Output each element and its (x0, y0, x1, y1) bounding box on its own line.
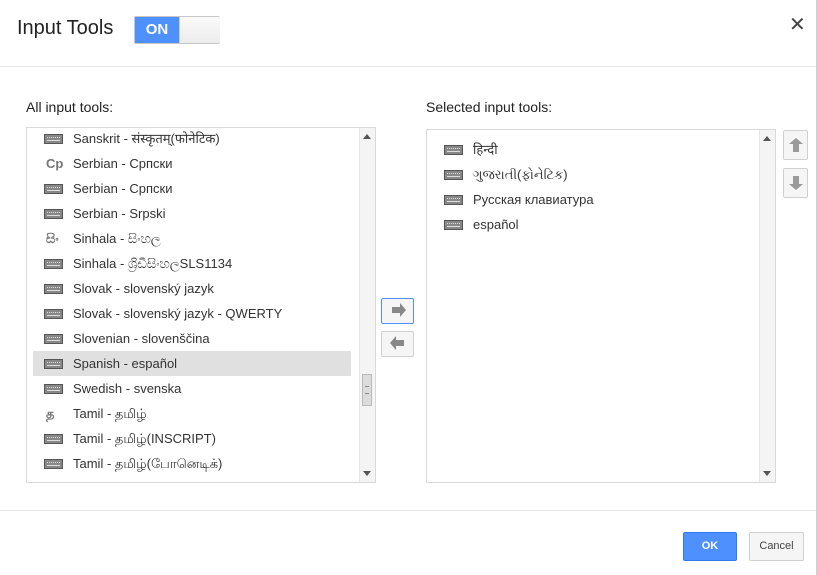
list-item[interactable]: Swedish - svenska (33, 376, 351, 401)
list-item-label: español (473, 217, 519, 232)
list-item-label: Swedish - svenska (73, 381, 182, 396)
keyboard-icon (44, 276, 66, 301)
keyboard-icon (444, 162, 466, 187)
list-item[interactable]: Cp Serbian - Српски (33, 151, 351, 176)
all-tools-list[interactable]: Sanskrit - संस्कृतम्(फोनेटिक) Cp Serbian -… (26, 127, 376, 483)
cp-icon: Cp (46, 156, 64, 171)
list-item-label: ગુજરાતી(ફોનેટિક) (473, 167, 568, 182)
remove-tool-button[interactable] (381, 331, 414, 357)
selected-tools-list[interactable]: हिन्दी ગુજરાતી(ફોનેટિક) Русская клавиатура… (426, 129, 776, 483)
list-item[interactable]: Sanskrit - संस्कृतम्(फोनेटिक) (33, 128, 351, 151)
scroll-thumb[interactable] (362, 374, 372, 406)
all-tools-label: All input tools: (26, 99, 114, 115)
keyboard-icon (44, 451, 66, 476)
list-item-label: Spanish - español (73, 356, 178, 371)
list-item[interactable]: ગુજરાતી(ફોનેટિક) (433, 162, 751, 187)
scroll-down-icon[interactable] (363, 471, 371, 476)
keyboard-icon (44, 251, 66, 276)
keyboard-icon (44, 128, 66, 151)
scroll-down-icon[interactable] (763, 471, 771, 476)
list-item-label: Sinhala - සිංහල (73, 231, 161, 246)
cancel-button[interactable]: Cancel (749, 532, 804, 561)
sinhala-glyph-icon: සිං (46, 231, 59, 246)
toggle-on-label: ON (135, 17, 179, 43)
keyboard-icon (44, 201, 66, 226)
add-tool-button[interactable] (381, 298, 414, 324)
close-icon[interactable]: ✕ (789, 12, 806, 37)
list-item-label: Sinhala - ශ්‍රිඩීසිංහලSLS1134 (73, 256, 233, 271)
list-item[interactable]: Slovak - slovenský jazyk - QWERTY (33, 301, 351, 326)
list-item[interactable]: Tamil - தமிழ்(INSCRIPT) (33, 426, 351, 451)
list-item[interactable]: Serbian - Srpski (33, 201, 351, 226)
tamil-glyph-icon: த (46, 406, 55, 421)
keyboard-icon (44, 376, 66, 401)
list-item-label: Tamil - தமிழ்(INSCRIPT) (73, 431, 216, 446)
ok-button[interactable]: OK (683, 532, 737, 561)
input-tools-dialog: Input Tools ON ✕ All input tools: Select… (0, 0, 818, 575)
list-item[interactable]: Slovenian - slovenščina (33, 326, 351, 351)
keyboard-icon (44, 176, 66, 201)
arrow-up-icon (789, 138, 803, 152)
list-item[interactable]: த Tamil - தமிழ் (33, 401, 351, 426)
list-item-label: Tamil - தமிழ்(போனெடிக்) (73, 456, 223, 471)
list-item-label: Slovenian - slovenščina (73, 331, 210, 346)
list-item[interactable]: Sinhala - ශ්‍රිඩීසිංහලSLS1134 (33, 251, 351, 276)
list-item-label: Tamil - தமிழ் (73, 406, 147, 421)
list-item-label: Serbian - Srpski (73, 206, 166, 221)
keyboard-icon (44, 351, 66, 376)
keyboard-icon (44, 426, 66, 451)
list-item[interactable]: हिन्दी (433, 137, 751, 162)
keyboard-icon (44, 301, 66, 326)
keyboard-icon (444, 212, 466, 237)
arrow-down-icon (789, 176, 803, 190)
list-item[interactable]: Slovak - slovenský jazyk (33, 276, 351, 301)
list-item-label: Русская клавиатура (473, 192, 594, 207)
list-item[interactable]: Русская клавиатура (433, 187, 751, 212)
scroll-up-icon[interactable] (363, 134, 371, 139)
list-item[interactable]: español (433, 212, 751, 237)
list-item-label: Sanskrit - संस्कृतम्(फोनेटिक) (73, 131, 220, 146)
header-divider (0, 66, 818, 67)
footer-divider (0, 510, 818, 511)
list-item-label: Slovak - slovenský jazyk (73, 281, 214, 296)
selected-tools-scrollbar[interactable] (759, 130, 775, 482)
list-item[interactable]: Serbian - Српски (33, 176, 351, 201)
move-down-button[interactable] (783, 168, 808, 198)
list-item-label: हिन्दी (473, 142, 498, 157)
all-tools-scrollbar[interactable] (359, 128, 375, 482)
dialog-title: Input Tools (17, 17, 114, 39)
scroll-up-icon[interactable] (763, 136, 771, 141)
list-item-label: Slovak - slovenský jazyk - QWERTY (73, 306, 283, 321)
list-item[interactable]: Tamil - தமிழ்(போனெடிக்) (33, 451, 351, 476)
selected-tools-label: Selected input tools: (426, 99, 553, 115)
keyboard-icon (44, 326, 66, 351)
arrow-left-icon (390, 336, 404, 350)
arrow-right-icon (392, 303, 406, 317)
keyboard-icon (444, 137, 466, 162)
keyboard-icon (444, 187, 466, 212)
list-item[interactable]: සිං Sinhala - සිංහල (33, 226, 351, 251)
list-item[interactable]: Spanish - español (33, 351, 351, 376)
move-up-button[interactable] (783, 130, 808, 160)
list-item-label: Serbian - Српски (73, 181, 173, 196)
list-item-label: Serbian - Српски (73, 156, 173, 171)
toggle-knob (179, 17, 220, 43)
on-off-toggle[interactable]: ON (134, 16, 220, 44)
